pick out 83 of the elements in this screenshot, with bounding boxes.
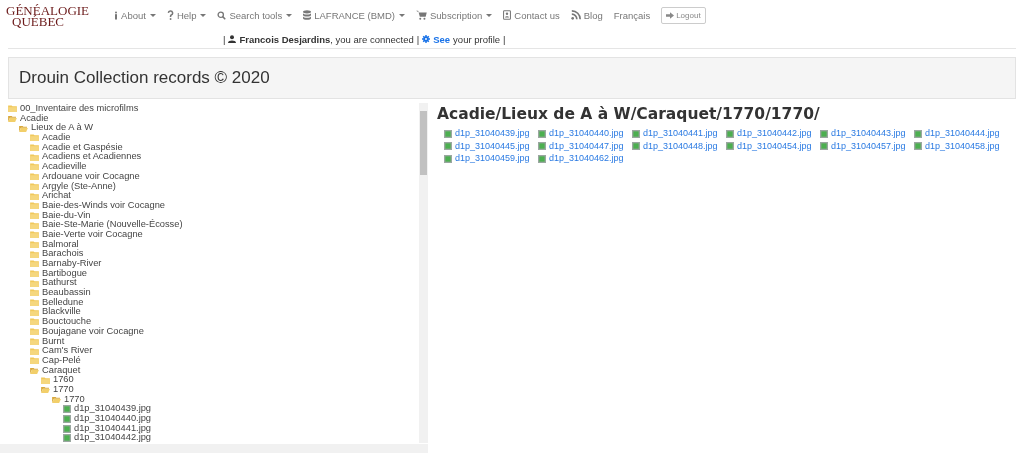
file-link[interactable]: d1p_31040444.jpg	[914, 128, 1008, 140]
file-link[interactable]: d1p_31040459.jpg	[444, 153, 538, 165]
tree-item[interactable]: Barnaby-River	[30, 259, 102, 269]
logout-button[interactable]: Logout	[661, 6, 706, 24]
tree-item[interactable]: Baie-des-Winds voir Cocagne	[30, 200, 165, 211]
file-link[interactable]: d1p_31040448.jpg	[632, 140, 726, 152]
user-icon	[228, 35, 237, 43]
file-link[interactable]: d1p_31040447.jpg	[538, 140, 632, 152]
separator: |	[503, 33, 506, 45]
nav-link[interactable]: Subscription	[416, 9, 493, 21]
tree-item[interactable]: 1770	[41, 384, 74, 395]
tree-item[interactable]: 00_Inventaire des microfilms	[8, 104, 139, 114]
file-link[interactable]: d1p_31040440.jpg	[538, 128, 632, 140]
page-title: Drouin Collection records © 2020	[19, 68, 270, 88]
nav-link[interactable]: About	[114, 9, 156, 21]
tree-item[interactable]: d1p_31040439.jpg	[63, 404, 152, 414]
tree-item[interactable]: Acadie	[8, 113, 49, 124]
tree-item[interactable]: Ardouane voir Cocagne	[30, 171, 140, 182]
nav-link[interactable]: Français	[613, 9, 651, 21]
cart-icon	[416, 10, 427, 20]
file-link[interactable]: d1p_31040439.jpg	[444, 128, 538, 140]
tree-item[interactable]: 1760	[41, 375, 74, 385]
file-link[interactable]: d1p_31040457.jpg	[820, 140, 914, 152]
connection-status: Francois Desjardins, you are connected	[239, 33, 414, 45]
file-link[interactable]: d1p_31040454.jpg	[726, 140, 820, 152]
tree-item[interactable]: Baie-du-Vin	[30, 210, 91, 221]
tree-item[interactable]: Acadie	[30, 133, 71, 143]
file-link[interactable]: d1p_31040441.jpg	[632, 128, 726, 140]
tree-item[interactable]: d1p_31040440.jpg	[63, 414, 152, 424]
tree-item[interactable]: Blackville	[30, 307, 81, 318]
file-link[interactable]: d1p_31040443.jpg	[820, 128, 914, 140]
tree-item[interactable]: d1p_31040441.jpg	[63, 423, 152, 434]
file-link[interactable]: d1p_31040462.jpg	[538, 153, 632, 165]
database-icon	[303, 10, 312, 20]
logout-icon	[666, 11, 675, 19]
tree-item[interactable]: Caraquet	[30, 365, 81, 376]
rss-icon	[570, 10, 581, 20]
caret-icon	[399, 13, 405, 17]
tree-item[interactable]: 1770	[52, 394, 85, 405]
nav-link[interactable]: Blog	[570, 9, 603, 21]
tree-item[interactable]: Acadiens et Acadiennes	[30, 152, 142, 163]
search-icon	[217, 10, 227, 20]
nav-link[interactable]: Help	[166, 9, 207, 21]
settings-icon	[422, 35, 431, 43]
file-link[interactable]: d1p_31040445.jpg	[444, 140, 538, 152]
caret-icon	[286, 13, 293, 17]
nav-link[interactable]: LAFRANCE (BMD)	[303, 9, 405, 21]
nav-link[interactable]: Contact us	[503, 9, 560, 21]
tree-item[interactable]: Bouctouche	[30, 317, 92, 327]
tree-item[interactable]: Balmoral	[30, 239, 79, 250]
contact-card-icon	[503, 10, 512, 20]
info-icon	[114, 10, 119, 20]
caret-icon	[149, 13, 156, 17]
tree-item[interactable]: Bathurst	[30, 278, 77, 289]
tree-item[interactable]: Boujagane voir Cocagne	[30, 326, 144, 337]
tree-item[interactable]: Bartibogue	[30, 268, 87, 279]
separator: |	[223, 33, 226, 45]
separator: |	[416, 33, 420, 45]
caret-icon	[200, 13, 207, 17]
tree-item[interactable]: Arichat	[30, 191, 71, 201]
tree-item[interactable]: Baie-Ste-Marie (Nouvelle-Écosse)	[30, 220, 183, 230]
file-link[interactable]: d1p_31040458.jpg	[914, 140, 1008, 152]
tree-item[interactable]: Beaubassin	[30, 288, 91, 298]
tree-item[interactable]: Acadie et Gaspésie	[30, 142, 123, 153]
file-link[interactable]: d1p_31040442.jpg	[726, 128, 820, 140]
tree-item[interactable]: Barachois	[30, 249, 84, 259]
profile-link[interactable]: See	[433, 33, 451, 45]
tree-item[interactable]: Cam's River	[30, 346, 93, 356]
tree-item[interactable]: d1p_31040442.jpg	[63, 433, 152, 444]
question-icon	[166, 10, 174, 20]
profile-text: your profile	[453, 33, 501, 45]
logo[interactable]: GÉNÉALOGIE QUÉBEC	[6, 5, 90, 27]
tree-item[interactable]: Baie-Verte voir Cocagne	[30, 229, 143, 240]
tree-item[interactable]: Cap-Pelé	[30, 355, 81, 366]
tree-item[interactable]: Belledune	[30, 297, 84, 308]
nav-link[interactable]: Search tools	[217, 9, 293, 21]
tree-item[interactable]: Burnt	[30, 336, 65, 347]
folder-path: Acadie/Lieux de A à W/Caraquet/1770/1770/	[437, 105, 821, 123]
tree-item[interactable]: Lieux de A à W	[19, 123, 94, 134]
tree-item[interactable]: Argyle (Ste-Anne)	[30, 181, 116, 192]
tree-item[interactable]: Acadieville	[30, 162, 87, 172]
caret-icon	[486, 13, 493, 17]
scrollbar[interactable]	[419, 103, 428, 443]
